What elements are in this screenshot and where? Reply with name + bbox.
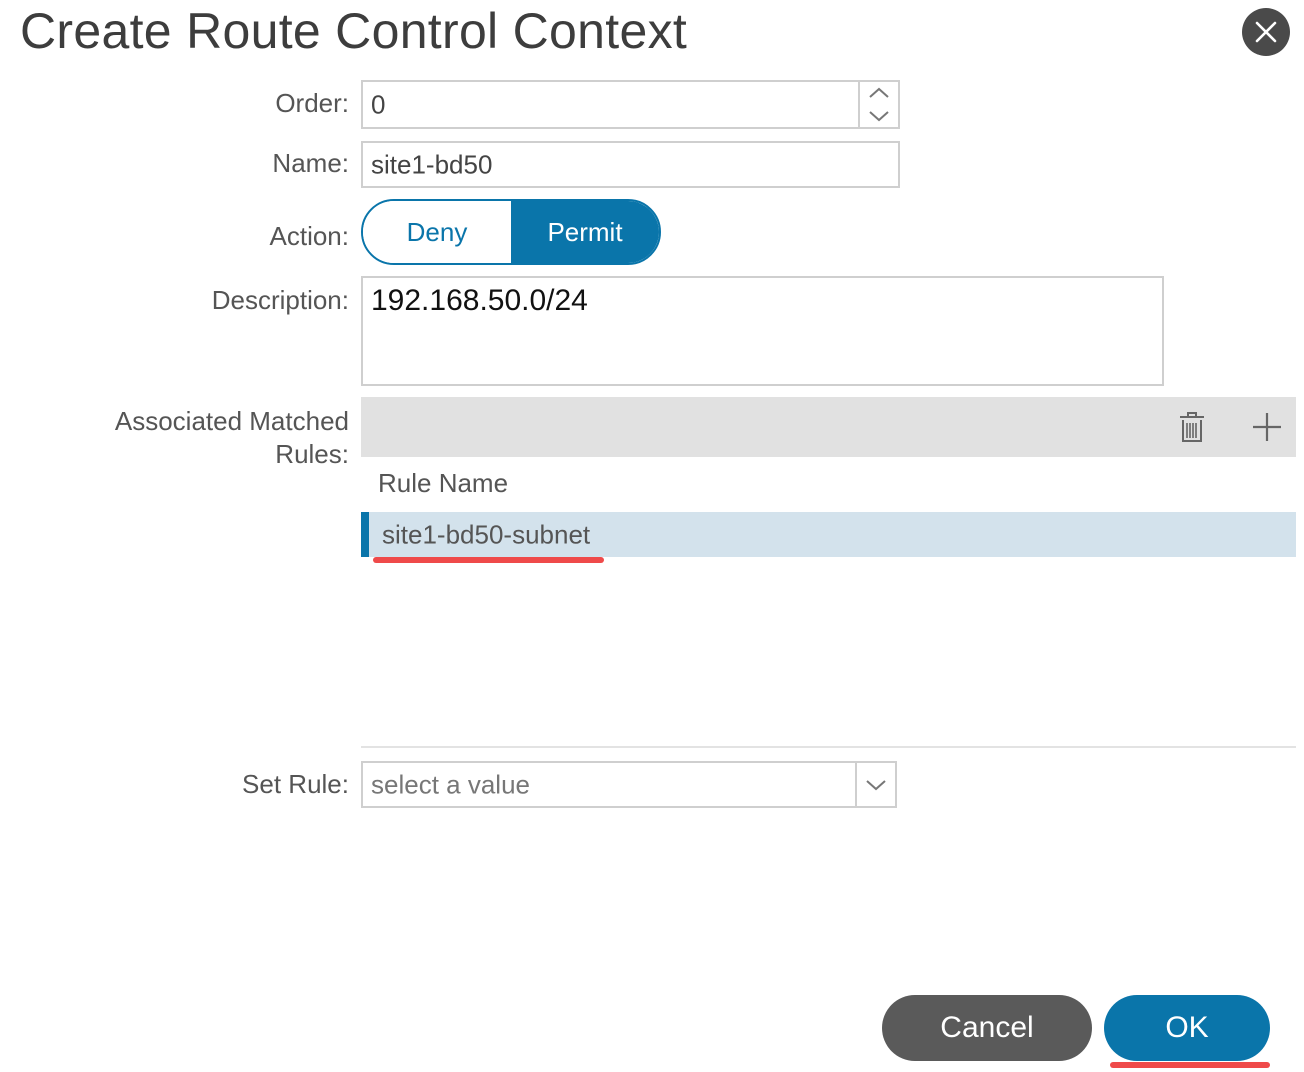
- associated-matched-rules-label-line2: Rules:: [275, 439, 349, 469]
- rule-name-cell: site1-bd50-subnet: [382, 519, 591, 549]
- decrement-button[interactable]: [860, 105, 898, 128]
- close-icon: [1255, 21, 1277, 43]
- permit-option[interactable]: Permit: [511, 201, 659, 263]
- increment-button[interactable]: [860, 82, 898, 105]
- action-label: Action:: [269, 221, 350, 251]
- dialog-title: Create Route Control Context: [20, 3, 688, 59]
- delete-rule-button[interactable]: [1172, 407, 1212, 447]
- associated-matched-rules-label: Associated Matched Rules:: [115, 405, 349, 471]
- name-field[interactable]: site1-bd50: [361, 141, 900, 188]
- chevron-up-icon: [869, 87, 889, 98]
- trash-icon: [1180, 412, 1204, 442]
- plus-icon: [1253, 413, 1281, 441]
- add-rule-button[interactable]: [1247, 407, 1287, 447]
- set-rule-dropdown-toggle[interactable]: [855, 763, 895, 806]
- set-rule-label: Set Rule:: [242, 769, 349, 799]
- name-value: site1-bd50: [371, 149, 493, 179]
- description-label: Description:: [211, 285, 349, 315]
- close-button[interactable]: [1242, 8, 1290, 56]
- rule-name-column-header[interactable]: Rule Name: [378, 468, 508, 499]
- order-label: Order:: [275, 88, 349, 118]
- chevron-down-icon: [866, 779, 886, 790]
- order-value: 0: [371, 89, 386, 119]
- chevron-down-icon: [869, 111, 889, 122]
- annotation-underline-ok: [1110, 1062, 1270, 1068]
- table-row[interactable]: site1-bd50-subnet: [361, 512, 1296, 557]
- selection-indicator: [361, 512, 369, 557]
- name-label: Name:: [272, 148, 349, 178]
- order-stepper[interactable]: 0: [361, 80, 900, 129]
- action-toggle: Deny Permit: [361, 199, 661, 265]
- description-field[interactable]: 192.168.50.0/24: [361, 276, 1164, 386]
- set-rule-select[interactable]: select a value: [361, 761, 897, 808]
- table-divider: [361, 746, 1296, 748]
- set-rule-placeholder: select a value: [371, 769, 530, 799]
- ok-button[interactable]: OK: [1104, 995, 1270, 1061]
- cancel-button[interactable]: Cancel: [882, 995, 1092, 1061]
- associated-matched-rules-label-line1: Associated Matched: [114, 406, 349, 436]
- rules-toolbar: [361, 397, 1296, 457]
- annotation-underline-rule: [373, 557, 604, 563]
- order-spinner: [858, 82, 898, 127]
- deny-option[interactable]: Deny: [363, 201, 511, 263]
